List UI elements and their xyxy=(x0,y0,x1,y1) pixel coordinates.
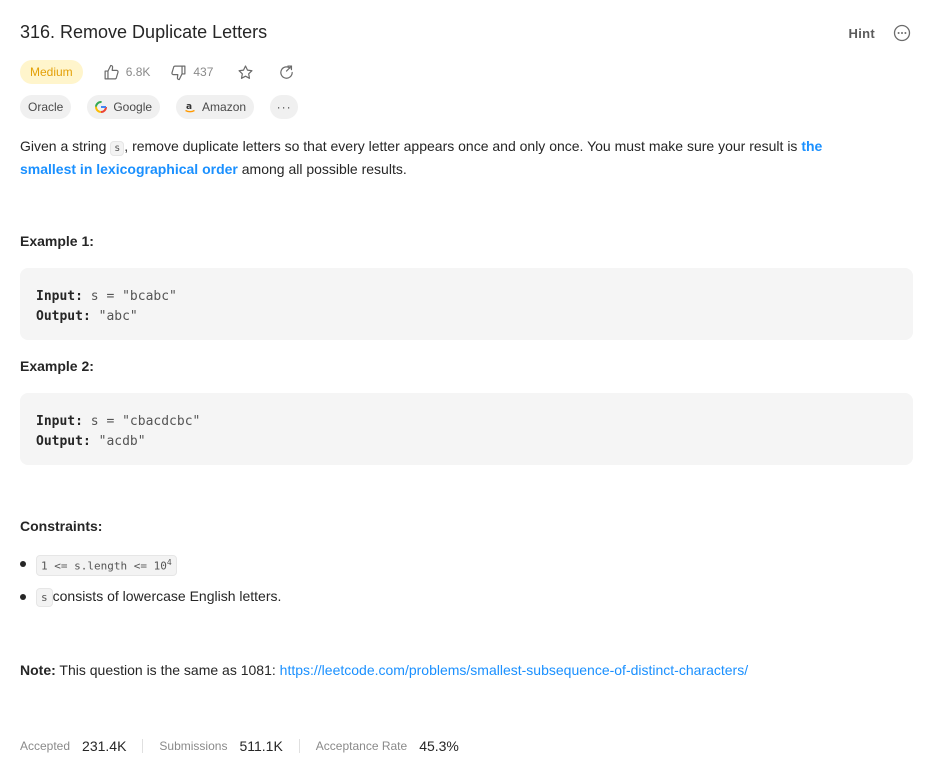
description-text: , remove duplicate letters so that every… xyxy=(124,138,802,154)
problem-meta: Medium 6.8K 437 xyxy=(20,60,295,84)
problem-description: Given a string s, remove duplicate lette… xyxy=(20,136,880,180)
note-label: Note: xyxy=(20,662,56,678)
tag-label: Amazon xyxy=(202,100,247,114)
example-1-block: Input: s = "bcabc" Output: "abc" xyxy=(20,268,913,340)
output-value: "abc" xyxy=(90,309,138,324)
output-value: "acdb" xyxy=(90,434,146,449)
like-button[interactable]: 6.8K xyxy=(103,64,151,81)
share-icon xyxy=(280,65,294,79)
dislike-count: 437 xyxy=(193,65,214,79)
acceptance-rate-label: Acceptance Rate xyxy=(315,739,408,753)
google-logo-icon xyxy=(95,101,108,113)
more-tags-button[interactable]: ··· xyxy=(270,95,299,119)
constraints-list: 1 <= s.length <= 104 s consists of lower… xyxy=(20,555,281,621)
example-2-title: Example 2: xyxy=(20,358,94,374)
example-2-block: Input: s = "cbacdcbc" Output: "acdb" xyxy=(20,393,913,465)
accepted-label: Accepted xyxy=(20,739,71,753)
amazon-logo-icon: a xyxy=(185,102,195,113)
top-actions: Hint xyxy=(849,24,911,42)
output-label: Output: xyxy=(36,434,91,449)
difficulty-badge: Medium xyxy=(20,60,83,84)
acceptance-rate-value: 45.3% xyxy=(419,738,459,754)
note-text: This question is the same as 1081: xyxy=(55,662,280,678)
submissions-label: Submissions xyxy=(159,739,228,753)
superscript: 4 xyxy=(166,558,172,567)
divider xyxy=(298,739,300,753)
tag-label: Oracle xyxy=(28,100,64,114)
tag-oracle[interactable]: Oracle xyxy=(20,95,72,119)
hint-button[interactable]: Hint xyxy=(849,26,875,41)
tag-amazon[interactable]: a Amazon xyxy=(176,95,255,119)
inline-code: s xyxy=(36,588,53,607)
constraint-code: 1 <= s.length <= 10 xyxy=(41,559,167,573)
example-1-title: Example 1: xyxy=(20,233,94,249)
related-problem-link[interactable]: https://leetcode.com/problems/smallest-s… xyxy=(280,662,748,678)
constraint-text: consists of lowercase English letters. xyxy=(52,588,282,604)
inline-code: s xyxy=(110,141,125,156)
constraint-item: s consists of lowercase English letters. xyxy=(20,588,281,621)
company-tags: Oracle Google a Amazon ··· xyxy=(20,95,299,119)
favorite-button[interactable] xyxy=(237,64,254,81)
tag-google[interactable]: Google xyxy=(87,95,161,119)
description-text: among all possible results. xyxy=(237,161,407,177)
input-label: Input: xyxy=(36,289,83,304)
constraints-title: Constraints: xyxy=(20,518,103,534)
share-button[interactable] xyxy=(278,64,295,81)
tag-label: Google xyxy=(113,100,153,114)
inline-code: 1 <= s.length <= 104 xyxy=(36,555,177,576)
submissions-value: 511.1K xyxy=(239,738,283,754)
problem-title: 316. Remove Duplicate Letters xyxy=(20,22,268,42)
input-value: s = "bcabc" xyxy=(82,289,177,304)
more-options-icon[interactable] xyxy=(893,24,911,42)
note: Note: This question is the same as 1081:… xyxy=(20,662,748,678)
thumbs-up-icon xyxy=(104,64,119,79)
star-icon xyxy=(238,64,253,79)
like-count: 6.8K xyxy=(125,65,151,79)
description-text: Given a string xyxy=(20,138,111,154)
divider xyxy=(142,739,144,753)
thumbs-down-icon xyxy=(171,65,186,80)
dislike-button[interactable]: 437 xyxy=(170,64,213,81)
input-value: s = "cbacdcbc" xyxy=(82,414,201,429)
accepted-value: 231.4K xyxy=(82,738,127,754)
output-label: Output: xyxy=(36,309,91,324)
submission-stats: Accepted 231.4K Submissions 511.1K Accep… xyxy=(20,738,459,754)
constraint-item: 1 <= s.length <= 104 xyxy=(20,555,281,588)
input-label: Input: xyxy=(36,414,83,429)
